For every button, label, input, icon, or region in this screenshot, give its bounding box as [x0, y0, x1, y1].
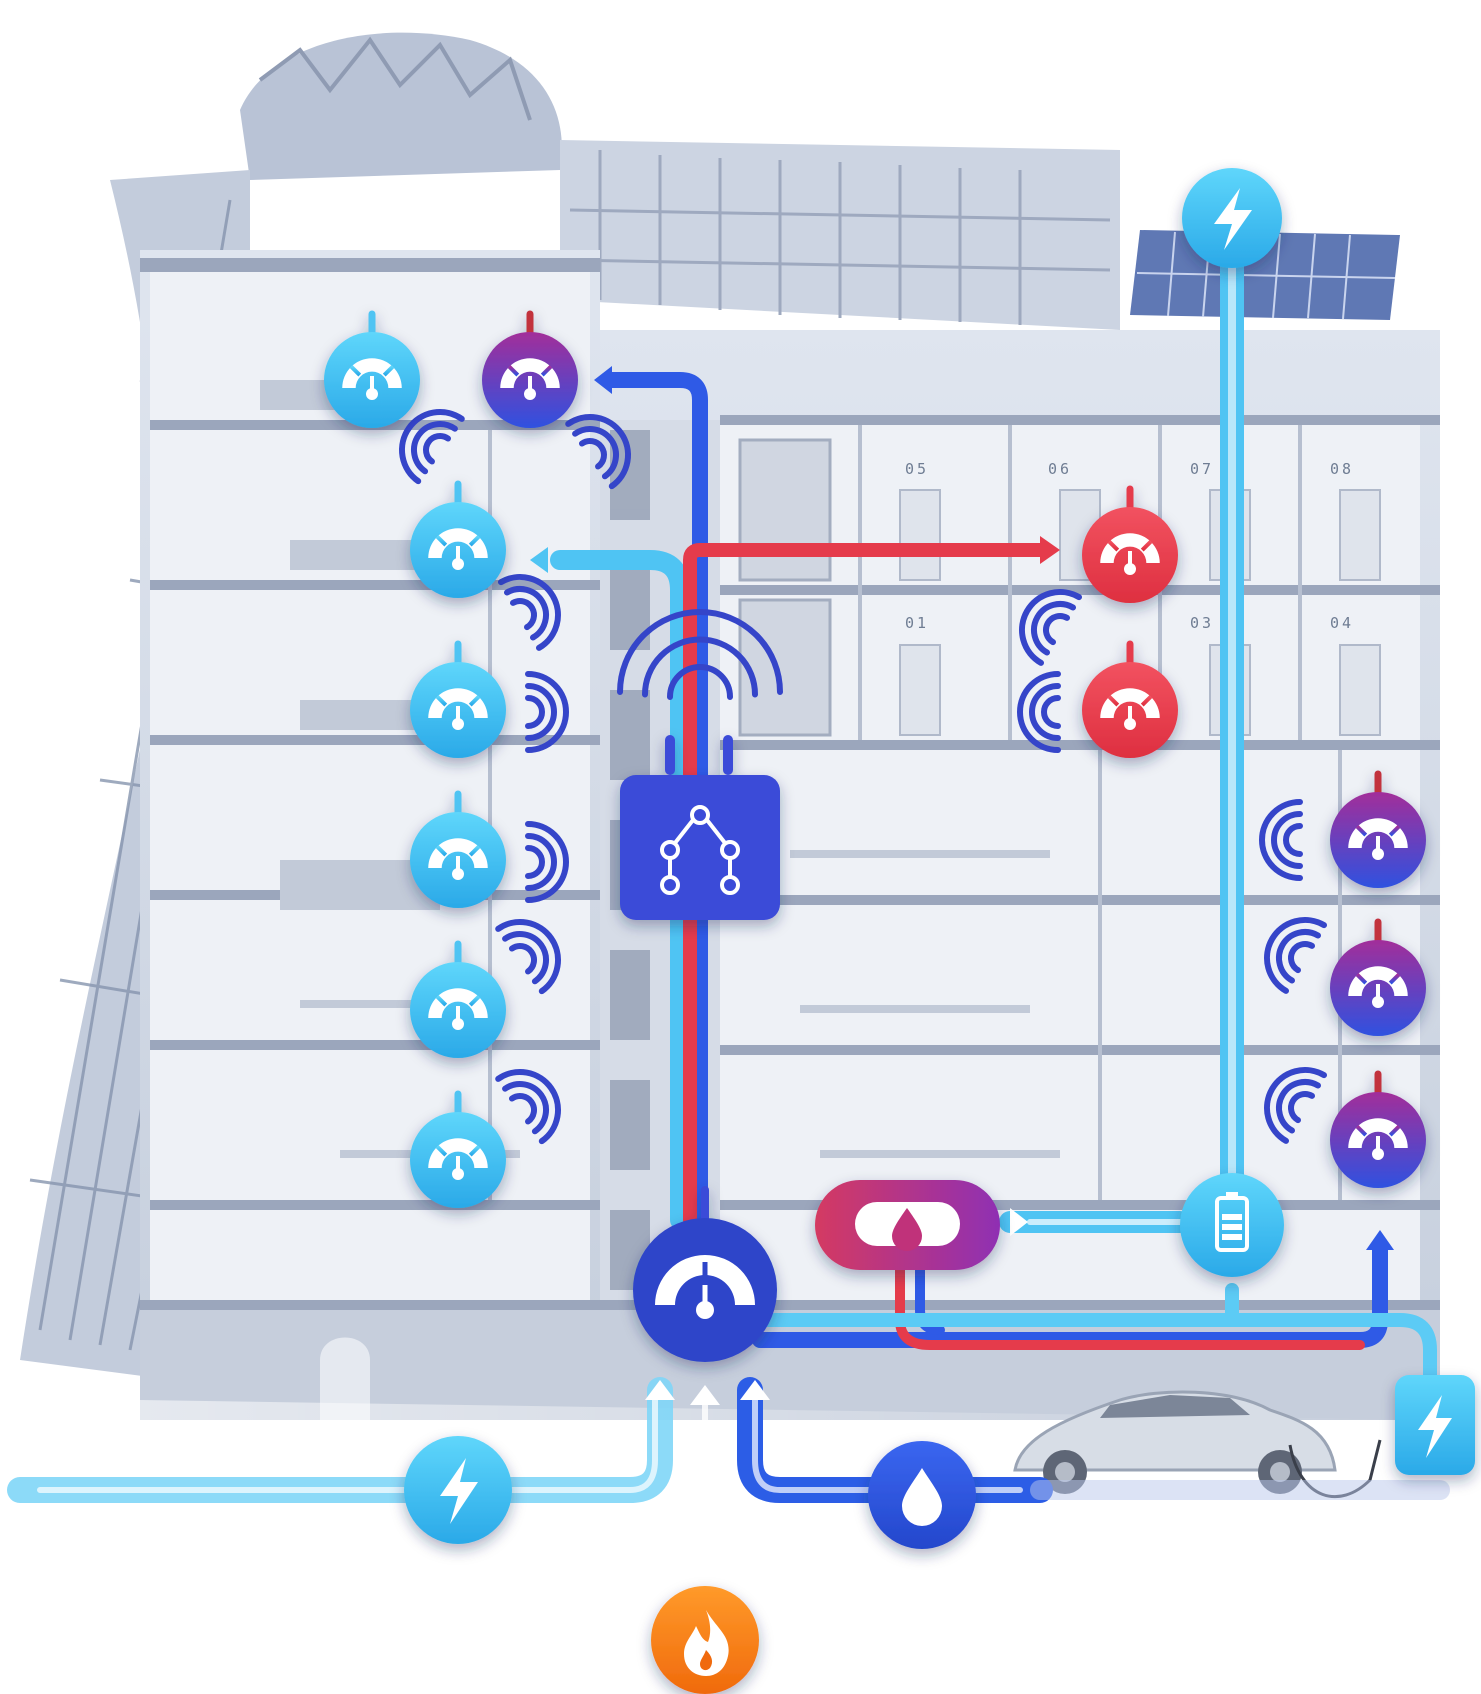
room-label-04: 04 [1330, 614, 1354, 632]
elevator [738, 438, 832, 582]
room-label-07: 07 [1190, 460, 1214, 478]
room-label-01: 01 [905, 614, 929, 632]
solar-power-node[interactable] [1182, 168, 1282, 268]
grid-power-node[interactable] [404, 1436, 512, 1544]
room-label-06: 06 [1048, 460, 1072, 478]
water-supply-node[interactable] [868, 1441, 976, 1549]
gas-supply-node[interactable] [651, 1586, 759, 1694]
ev-charger-node[interactable] [1395, 1375, 1475, 1475]
boiler[interactable] [815, 1180, 1000, 1270]
room-label-05: 05 [905, 460, 929, 478]
energy-metering-diagram: 05 06 07 08 01 03 04 [7, 32, 1475, 1694]
room-label-08: 08 [1330, 460, 1354, 478]
room-label-03: 03 [1190, 614, 1214, 632]
water-drop-icon [855, 1202, 960, 1251]
battery[interactable] [1180, 1173, 1284, 1277]
